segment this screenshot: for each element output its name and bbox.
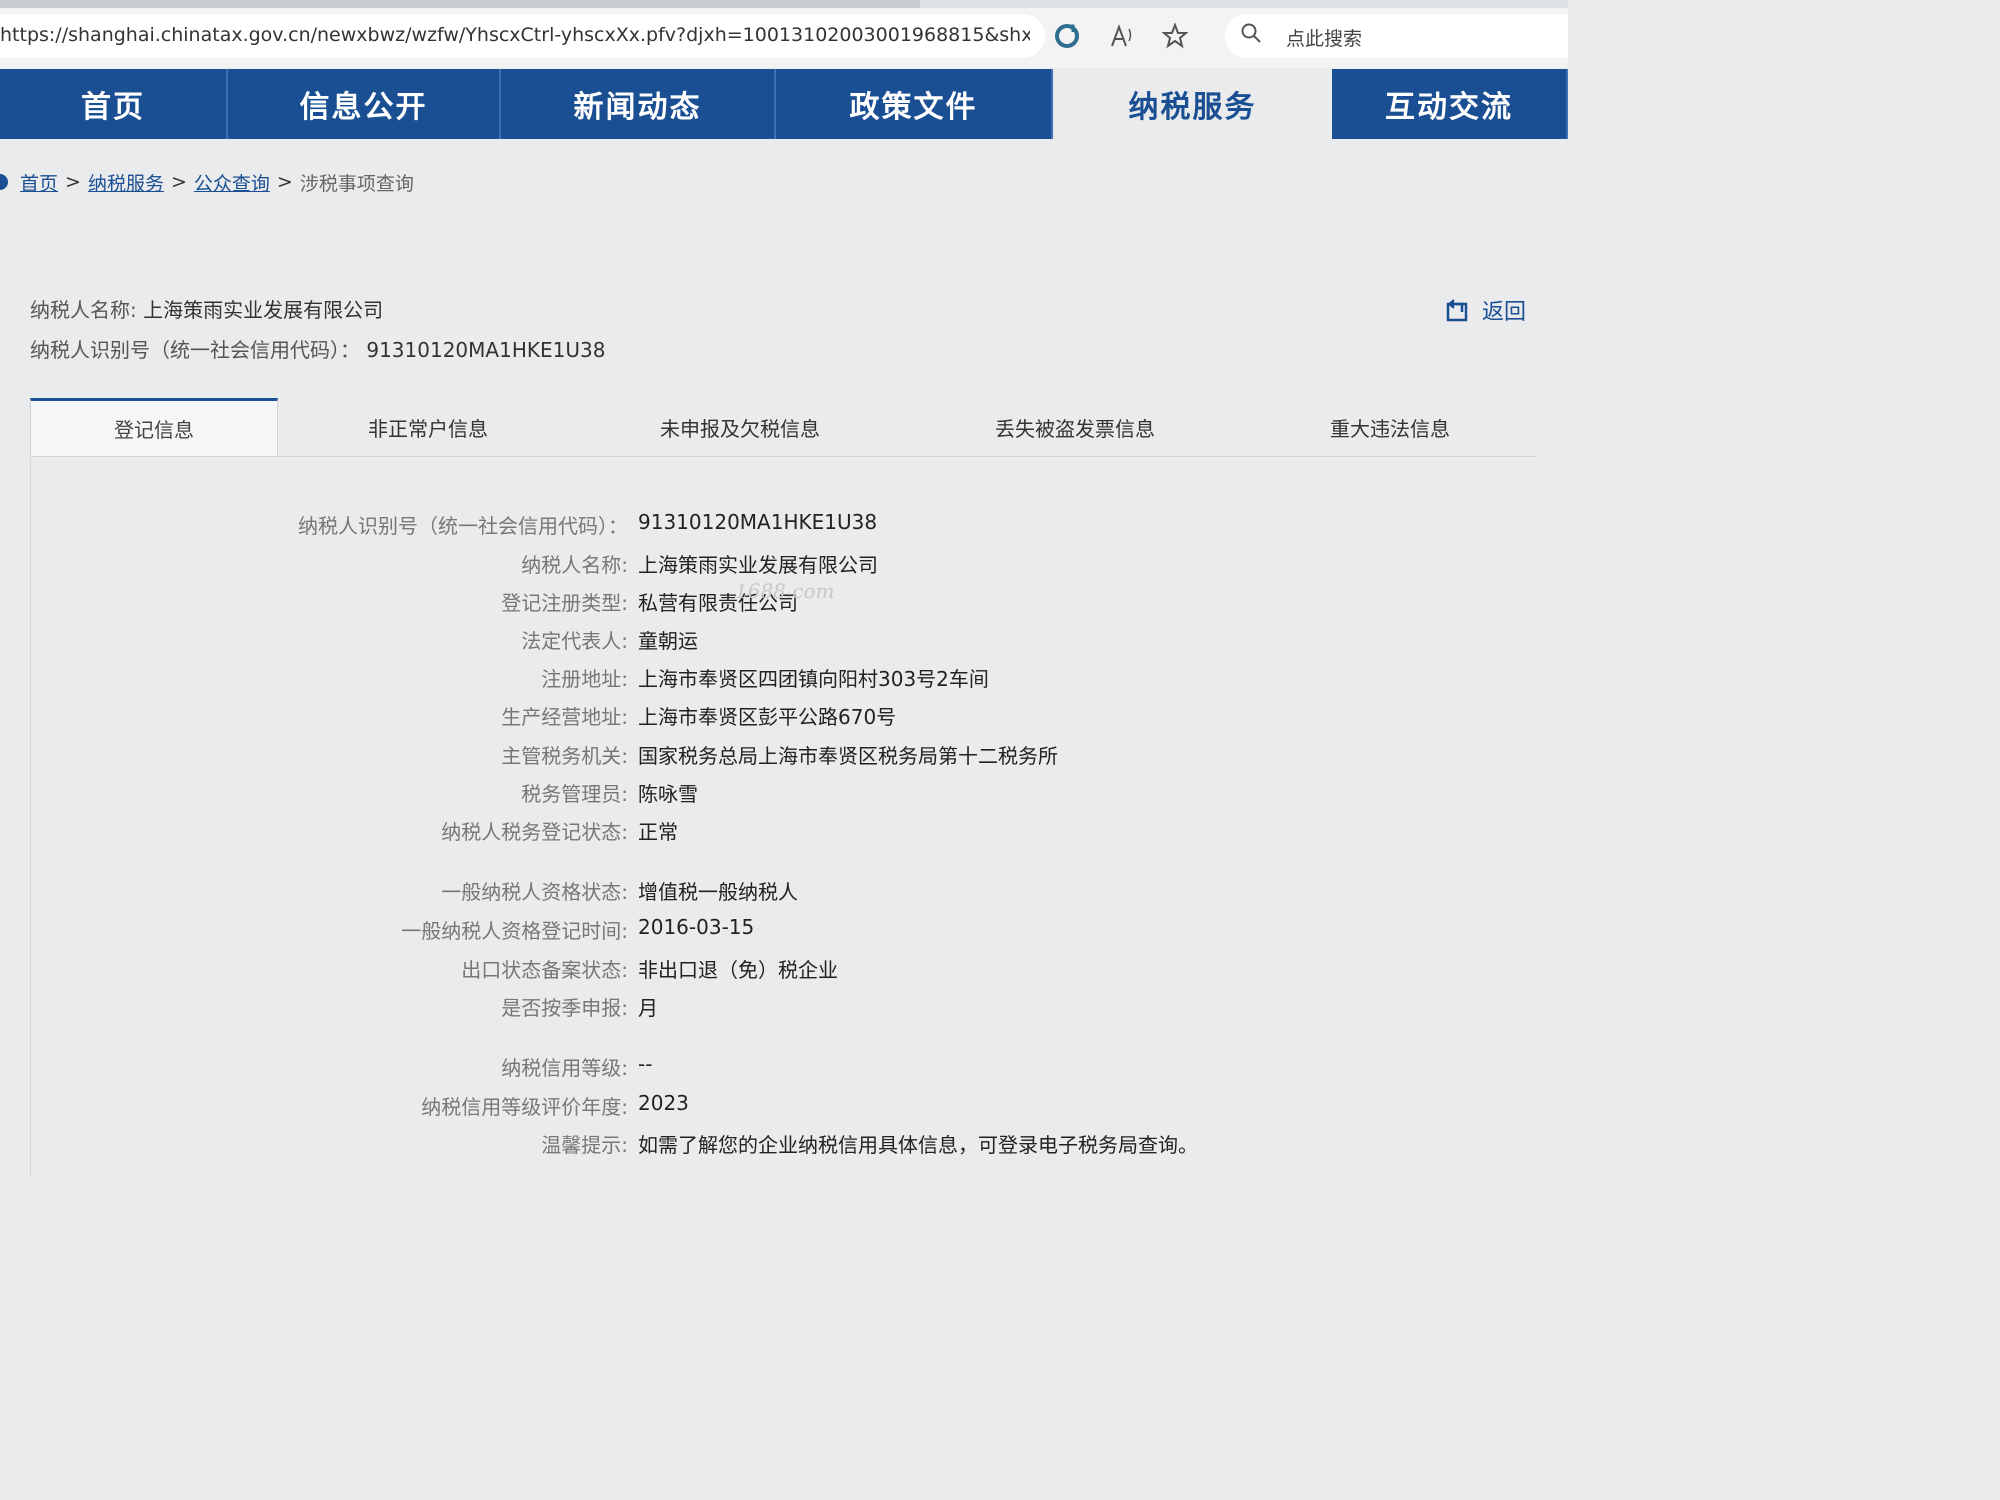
detail-value: 上海市奉贤区四团镇向阳村303号2车间 bbox=[638, 667, 989, 691]
detail-row-credit-rating: 纳税信用等级: -- bbox=[0, 1052, 1568, 1084]
breadcrumb-marker-icon bbox=[0, 174, 8, 190]
breadcrumb-separator: > bbox=[65, 171, 81, 193]
detail-value: 国家税务总局上海市奉贤区税务局第十二税务所 bbox=[638, 744, 1058, 768]
nav-item-interaction[interactable]: 互动交流 bbox=[1332, 69, 1568, 139]
nav-item-news[interactable]: 新闻动态 bbox=[501, 69, 776, 139]
nav-item-tax-service[interactable]: 纳税服务 bbox=[1053, 69, 1332, 139]
detail-row-business-address: 生产经营地址: 上海市奉贤区彭平公路670号 bbox=[0, 701, 1568, 733]
tab-undeclared-arrears[interactable]: 未申报及欠税信息 bbox=[640, 398, 840, 456]
detail-value: 2016-03-15 bbox=[638, 915, 755, 939]
detail-key: 纳税信用等级: bbox=[501, 1056, 628, 1080]
detail-row-registration-status: 纳税人税务登记状态: 正常 bbox=[0, 816, 1568, 848]
detail-row-quarterly-declaration: 是否按季申报: 月 bbox=[0, 992, 1568, 1024]
main-nav: 首页 信息公开 新闻动态 政策文件 纳税服务 互动交流 bbox=[0, 69, 1568, 139]
back-button[interactable]: 返回 bbox=[1446, 294, 1526, 326]
taxpayer-name-label: 纳税人名称: bbox=[30, 298, 137, 322]
detail-key: 出口状态备案状态: bbox=[461, 958, 628, 982]
detail-value: -- bbox=[638, 1052, 653, 1076]
detail-key: 是否按季申报: bbox=[501, 996, 628, 1020]
refresh-icon[interactable] bbox=[1052, 22, 1082, 50]
detail-value: 童朝运 bbox=[638, 629, 698, 653]
detail-key: 注册地址: bbox=[541, 667, 628, 691]
detail-value: 月 bbox=[638, 996, 658, 1020]
detail-value: 正常 bbox=[638, 820, 678, 844]
detail-key: 纳税人名称: bbox=[521, 553, 628, 577]
detail-key: 纳税人税务登记状态: bbox=[441, 820, 628, 844]
breadcrumb-separator: > bbox=[276, 171, 293, 193]
tab-lost-invoices[interactable]: 丢失被盗发票信息 bbox=[970, 398, 1180, 456]
detail-value: 上海策雨实业发展有限公司 bbox=[638, 553, 878, 577]
search-placeholder[interactable]: 点此搜索 bbox=[1286, 24, 1362, 51]
detail-row-general-taxpayer-status: 一般纳税人资格状态: 增值税一般纳税人 bbox=[0, 876, 1568, 908]
tab-registration-info[interactable]: 登记信息 bbox=[30, 398, 278, 456]
detail-row-export-status: 出口状态备案状态: 非出口退（免）税企业 bbox=[0, 954, 1568, 986]
breadcrumb-tax-service[interactable]: 纳税服务 bbox=[88, 169, 164, 196]
detail-key: 生产经营地址: bbox=[501, 705, 628, 729]
detail-value: 陈咏雪 bbox=[638, 782, 698, 806]
taxpayer-id-label: 纳税人识别号（统一社会信用代码）： bbox=[30, 338, 360, 362]
detail-key: 登记注册类型: bbox=[501, 591, 628, 615]
watermark: 1688.com bbox=[735, 579, 835, 603]
taxpayer-name-line: 纳税人名称: 上海策雨实业发展有限公司 bbox=[30, 294, 383, 323]
breadcrumb-home[interactable]: 首页 bbox=[20, 169, 58, 196]
detail-value: 增值税一般纳税人 bbox=[638, 880, 798, 904]
detail-row-general-taxpayer-date: 一般纳税人资格登记时间: 2016-03-15 bbox=[0, 915, 1568, 947]
detail-value: 91310120MA1HKE1U38 bbox=[638, 510, 878, 534]
detail-key: 纳税人识别号（统一社会信用代码）： bbox=[298, 514, 628, 538]
nav-item-policy-documents[interactable]: 政策文件 bbox=[776, 69, 1053, 139]
detail-key: 一般纳税人资格状态: bbox=[441, 880, 628, 904]
nav-item-info-disclosure[interactable]: 信息公开 bbox=[228, 69, 501, 139]
detail-row-credit-rating-year: 纳税信用等级评价年度: 2023 bbox=[0, 1091, 1568, 1123]
browser-tab[interactable] bbox=[0, 0, 920, 8]
browser-address-bar: https://shanghai.chinatax.gov.cn/newxbwz… bbox=[0, 0, 1568, 68]
detail-value: 非出口退（免）税企业 bbox=[638, 958, 838, 982]
tab-major-violations[interactable]: 重大违法信息 bbox=[1300, 398, 1480, 456]
browser-tab-strip bbox=[0, 0, 1568, 8]
breadcrumb-separator: > bbox=[170, 171, 187, 193]
url-text[interactable]: https://shanghai.chinatax.gov.cn/newxbwz… bbox=[0, 24, 1030, 46]
back-label: 返回 bbox=[1482, 300, 1527, 325]
detail-value: 上海市奉贤区彭平公路670号 bbox=[638, 705, 897, 729]
taxpayer-id: 91310120MA1HKE1U38 bbox=[366, 338, 606, 362]
detail-row-tax-authority: 主管税务机关: 国家税务总局上海市奉贤区税务局第十二税务所 bbox=[0, 740, 1568, 772]
detail-key: 温馨提示: bbox=[541, 1133, 628, 1157]
detail-value: 2023 bbox=[638, 1091, 689, 1115]
detail-key: 主管税务机关: bbox=[501, 744, 628, 768]
detail-row-registered-address: 注册地址: 上海市奉贤区四团镇向阳村303号2车间 bbox=[0, 663, 1568, 695]
detail-row-tax-administrator: 税务管理员: 陈咏雪 bbox=[0, 778, 1568, 810]
detail-key: 一般纳税人资格登记时间: bbox=[401, 919, 628, 943]
detail-row-taxpayer-id: 纳税人识别号（统一社会信用代码）： 91310120MA1HKE1U38 bbox=[0, 510, 1568, 542]
breadcrumb: 首页 > 纳税服务 > 公众查询 > 涉税事项查询 bbox=[0, 169, 414, 196]
detail-key: 纳税信用等级评价年度: bbox=[421, 1095, 628, 1119]
taxpayer-id-line: 纳税人识别号（统一社会信用代码）： 91310120MA1HKE1U38 bbox=[30, 334, 605, 363]
detail-row-legal-representative: 法定代表人: 童朝运 bbox=[0, 625, 1568, 657]
breadcrumb-public-query[interactable]: 公众查询 bbox=[194, 169, 270, 196]
taxpayer-name: 上海策雨实业发展有限公司 bbox=[143, 298, 384, 322]
detail-key: 法定代表人: bbox=[521, 629, 628, 653]
detail-value: 如需了解您的企业纳税信用具体信息，可登录电子税务局查询。 bbox=[638, 1133, 1198, 1157]
search-icon[interactable] bbox=[1240, 22, 1262, 50]
nav-item-home[interactable]: 首页 bbox=[0, 69, 228, 139]
detail-row-tip: 温馨提示: 如需了解您的企业纳税信用具体信息，可登录电子税务局查询。 bbox=[0, 1129, 1568, 1161]
detail-key: 税务管理员: bbox=[521, 782, 628, 806]
search-field[interactable] bbox=[1225, 14, 1568, 58]
breadcrumb-current: 涉税事项查询 bbox=[299, 172, 414, 195]
favorite-star-icon[interactable] bbox=[1160, 22, 1190, 50]
read-aloud-icon[interactable] bbox=[1107, 22, 1137, 50]
detail-row-taxpayer-name: 纳税人名称: 上海策雨实业发展有限公司 bbox=[0, 549, 1568, 581]
back-icon bbox=[1446, 298, 1470, 322]
info-tabs: 登记信息 非正常户信息 未申报及欠税信息 丢失被盗发票信息 重大违法信息 bbox=[30, 398, 1535, 457]
tab-abnormal-household[interactable]: 非正常户信息 bbox=[328, 398, 528, 456]
